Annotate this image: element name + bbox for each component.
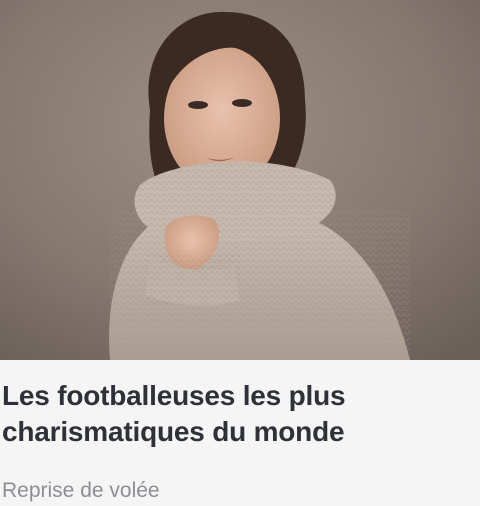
article-source: Reprise de volée <box>2 479 160 502</box>
article-card[interactable]: Les footballeuses les plus charismatique… <box>0 0 480 506</box>
article-title[interactable]: Les footballeuses les plus charismatique… <box>2 378 472 450</box>
article-image[interactable] <box>0 0 480 360</box>
